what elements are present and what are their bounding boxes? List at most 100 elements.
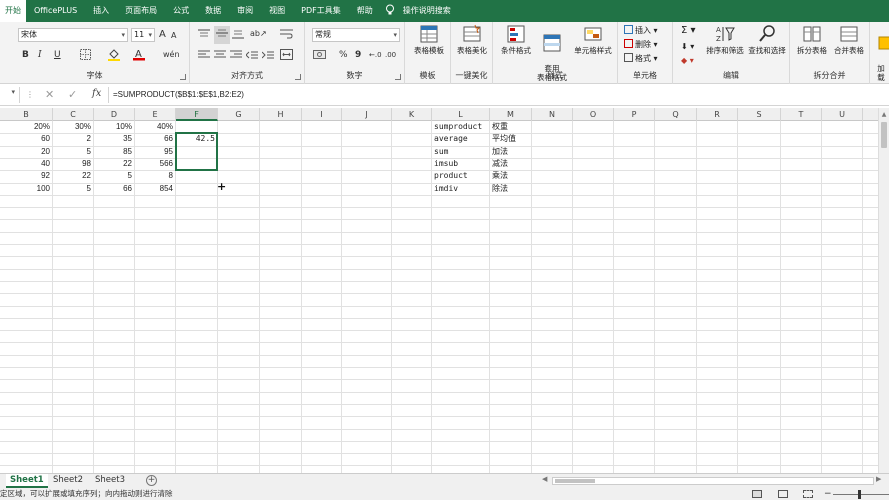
vertical-scroll-thumb[interactable]: [881, 122, 887, 148]
scroll-right-icon[interactable]: ▶: [876, 475, 881, 483]
cell-d2[interactable]: 35: [94, 133, 134, 145]
scroll-left-icon[interactable]: ◀: [542, 475, 547, 483]
horizontal-scroll-thumb[interactable]: [555, 479, 595, 483]
cell-m4[interactable]: 减法: [490, 158, 531, 170]
decrease-indent-icon[interactable]: [245, 50, 258, 64]
cell-d5[interactable]: 5: [94, 170, 134, 182]
cell-b6[interactable]: 100: [0, 183, 52, 195]
merge-center-icon[interactable]: [280, 49, 293, 64]
column-header-s[interactable]: S: [738, 108, 781, 121]
cell-c6[interactable]: 5: [53, 183, 93, 195]
insert-cells-button[interactable]: 插入 ▾: [624, 25, 658, 36]
tab-review[interactable]: 审阅: [229, 0, 261, 22]
find-select-button[interactable]: 查找和选择: [746, 24, 788, 55]
column-header-e[interactable]: E: [135, 108, 176, 121]
column-header-c[interactable]: C: [53, 108, 94, 121]
cell-c5[interactable]: 22: [53, 170, 93, 182]
merge-table-button[interactable]: 合并表格: [830, 24, 868, 55]
conditional-format-button[interactable]: 条件格式: [497, 24, 535, 55]
cell-b4[interactable]: 40: [0, 158, 52, 170]
column-header-g[interactable]: G: [218, 108, 260, 121]
underline-button[interactable]: U: [54, 49, 61, 61]
cell-d3[interactable]: 85: [94, 146, 134, 158]
column-header-h[interactable]: H: [260, 108, 302, 121]
number-format-select[interactable]: 常规 ▾: [312, 28, 400, 42]
add-sheet-icon[interactable]: +: [146, 475, 157, 486]
tell-me-search[interactable]: 操作说明搜索: [395, 0, 459, 22]
format-cells-button[interactable]: 格式 ▾: [624, 53, 658, 64]
italic-button[interactable]: I: [38, 49, 42, 61]
cell-d4[interactable]: 22: [94, 158, 134, 170]
formula-input[interactable]: =SUMPRODUCT($B$1:$E$1,B2:E2): [113, 84, 244, 106]
sort-filter-button[interactable]: AZ 排序和筛选: [705, 24, 745, 55]
zoom-slider[interactable]: [833, 494, 889, 495]
column-header-k[interactable]: K: [392, 108, 432, 121]
fill-icon[interactable]: ⬇ ▾: [681, 41, 694, 52]
cell-c3[interactable]: 5: [53, 146, 93, 158]
number-dialog-launcher-icon[interactable]: [395, 74, 401, 80]
font-name-select[interactable]: 宋体 ▾: [18, 28, 128, 42]
column-header-p[interactable]: P: [614, 108, 655, 121]
font-size-select[interactable]: 11 ▾: [131, 28, 155, 42]
table-beautify-button[interactable]: 表格美化: [453, 24, 491, 55]
cell-l5[interactable]: product: [432, 170, 489, 182]
align-middle-icon[interactable]: [214, 26, 230, 44]
table-template-button[interactable]: 表格模板: [409, 24, 449, 55]
fill-color-icon[interactable]: [108, 48, 120, 65]
split-table-button[interactable]: 拆分表格: [794, 24, 830, 55]
comma-style-button[interactable]: 9: [355, 49, 361, 61]
font-color-icon[interactable]: A: [133, 47, 145, 65]
zoom-out-icon[interactable]: −: [824, 488, 832, 500]
currency-icon[interactable]: [313, 49, 326, 64]
column-header-f[interactable]: F: [176, 108, 218, 121]
normal-view-icon[interactable]: [752, 490, 762, 498]
cell-l3[interactable]: sum: [432, 146, 489, 158]
font-shrink-button[interactable]: A: [171, 30, 176, 42]
bold-button[interactable]: B: [22, 49, 29, 61]
column-header-o[interactable]: O: [573, 108, 614, 121]
selection-range[interactable]: [175, 132, 218, 171]
cell-m5[interactable]: 乘法: [490, 170, 531, 182]
cell-e1[interactable]: 40%: [135, 121, 175, 133]
cell-c4[interactable]: 98: [53, 158, 93, 170]
tab-formulas[interactable]: 公式: [165, 0, 197, 22]
zoom-slider-thumb[interactable]: [858, 490, 861, 499]
cell-e2[interactable]: 66: [135, 133, 175, 145]
column-header-l[interactable]: L: [432, 108, 490, 121]
tab-home[interactable]: 开始: [0, 0, 26, 22]
worksheet-grid[interactable]: BCDEFGHIJKLMNOPQRSTU 20% 60 20 40 92 100 30% 2 5…: [0, 108, 878, 473]
align-right-icon[interactable]: [230, 50, 242, 64]
align-center-icon[interactable]: [214, 50, 226, 64]
decrease-decimal-icon[interactable]: .00: [385, 49, 396, 61]
column-header-t[interactable]: T: [781, 108, 822, 121]
column-header-b[interactable]: B: [0, 108, 53, 121]
column-header-j[interactable]: J: [342, 108, 392, 121]
phonetic-icon[interactable]: wén: [163, 49, 180, 61]
sheet-tab-sheet2[interactable]: Sheet2: [49, 474, 87, 488]
clear-icon[interactable]: ◆ ▾: [681, 55, 694, 66]
cell-l4[interactable]: imsub: [432, 158, 489, 170]
font-grow-button[interactable]: A: [159, 29, 166, 41]
delete-cells-button[interactable]: 删除 ▾: [624, 39, 658, 50]
enter-icon[interactable]: ✓: [68, 88, 77, 101]
cell-m6[interactable]: 除法: [490, 183, 531, 195]
column-header-q[interactable]: Q: [655, 108, 697, 121]
cell-e4[interactable]: 566: [135, 158, 175, 170]
fx-icon[interactable]: fx: [92, 88, 101, 99]
column-header-i[interactable]: I: [302, 108, 342, 121]
cell-e5[interactable]: 8: [135, 170, 175, 182]
tab-help[interactable]: 帮助: [349, 0, 381, 22]
increase-indent-icon[interactable]: [261, 50, 274, 64]
cell-l6[interactable]: imdiv: [432, 183, 489, 195]
align-bottom-icon[interactable]: [232, 29, 244, 43]
cell-m2[interactable]: 平均值: [490, 133, 531, 145]
column-header-u[interactable]: U: [822, 108, 863, 121]
cell-c2[interactable]: 2: [53, 133, 93, 145]
column-header-m[interactable]: M: [490, 108, 532, 121]
border-icon[interactable]: [80, 49, 91, 64]
cell-b5[interactable]: 92: [0, 170, 52, 182]
page-break-view-icon[interactable]: [803, 490, 813, 498]
tab-insert[interactable]: 插入: [85, 0, 117, 22]
cell-b2[interactable]: 60: [0, 133, 52, 145]
cell-d1[interactable]: 10%: [94, 121, 134, 133]
